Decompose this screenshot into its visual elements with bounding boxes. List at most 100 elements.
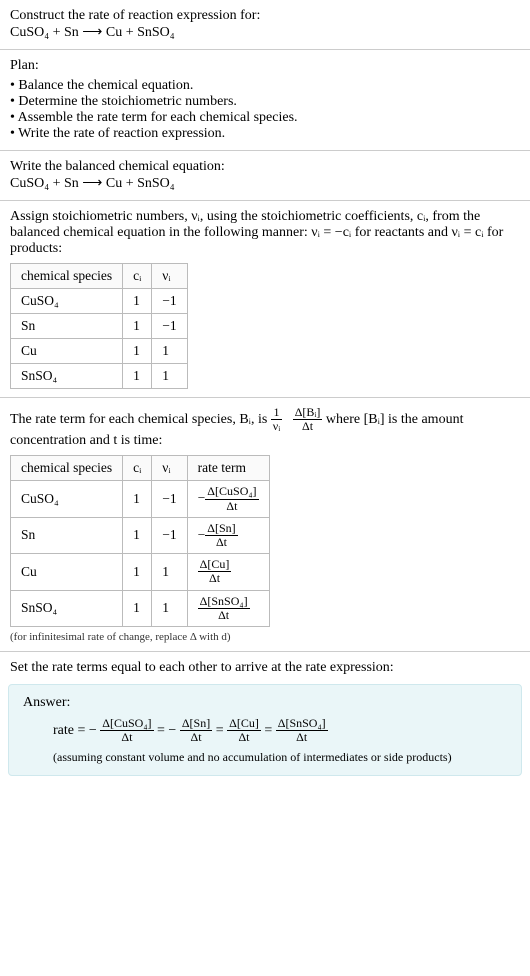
plan-section: Plan: Balance the chemical equation. Det… bbox=[0, 50, 530, 151]
answer-term: Δ[Cu]Δt bbox=[227, 717, 261, 744]
cell-c: 1 bbox=[123, 289, 152, 314]
cell-c: 1 bbox=[123, 314, 152, 339]
cell-v: 1 bbox=[152, 590, 187, 626]
frac-den: Δt bbox=[205, 536, 237, 549]
frac-den: Δt bbox=[198, 609, 250, 622]
cell-rate: −Δ[Sn]Δt bbox=[187, 517, 269, 553]
answer-term: Δ[CuSO₄]Δt bbox=[100, 717, 153, 744]
cell-c: 1 bbox=[123, 364, 152, 389]
table-row: Cu 1 1 Δ[Cu]Δt bbox=[11, 554, 270, 590]
intro-equation: CuSO₄ + Sn ⟶ Cu + SnSO₄ bbox=[10, 24, 520, 41]
cell-species: Sn bbox=[11, 517, 123, 553]
eq-sep: = bbox=[216, 723, 227, 738]
cell-rate: −Δ[CuSO₄]Δt bbox=[187, 481, 269, 517]
intro-section: Construct the rate of reaction expressio… bbox=[0, 0, 530, 50]
rate-prefix: − bbox=[198, 527, 206, 542]
cell-v: 1 bbox=[152, 339, 187, 364]
cell-c: 1 bbox=[123, 590, 152, 626]
col-c: cᵢ bbox=[123, 264, 152, 289]
cell-species: CuSO₄ bbox=[11, 481, 123, 517]
frac-num: Δ[CuSO₄] bbox=[205, 485, 258, 499]
cell-species: SnSO₄ bbox=[11, 590, 123, 626]
rateterm-frac1: 1 νᵢ bbox=[271, 406, 282, 433]
cell-c: 1 bbox=[123, 554, 152, 590]
cell-c: 1 bbox=[123, 517, 152, 553]
rate-frac: Δ[Sn]Δt bbox=[205, 522, 237, 549]
stoich-text: Assign stoichiometric numbers, νᵢ, using… bbox=[10, 209, 520, 257]
col-species: chemical species bbox=[11, 264, 123, 289]
col-rate: rate term bbox=[187, 456, 269, 481]
plan-list: Balance the chemical equation. Determine… bbox=[10, 78, 520, 142]
table-row: Cu 1 1 bbox=[11, 339, 188, 364]
rate-frac: Δ[Cu]Δt bbox=[198, 558, 232, 585]
plan-item: Assemble the rate term for each chemical… bbox=[10, 110, 520, 126]
answer-rate-expression: rate = − Δ[CuSO₄]Δt = − Δ[Sn]Δt = Δ[Cu]Δ… bbox=[53, 717, 507, 744]
cell-v: −1 bbox=[152, 481, 187, 517]
cell-species: SnSO₄ bbox=[11, 364, 123, 389]
cell-c: 1 bbox=[123, 339, 152, 364]
frac-num: 1 bbox=[271, 406, 282, 420]
final-section: Set the rate terms equal to each other t… bbox=[0, 652, 530, 678]
rateterm-frac2: Δ[Bᵢ] Δt bbox=[293, 406, 323, 433]
answer-label: Answer: bbox=[23, 695, 507, 711]
frac-den: νᵢ bbox=[271, 420, 282, 433]
col-v: νᵢ bbox=[152, 456, 187, 481]
frac-num: Δ[Sn] bbox=[205, 522, 237, 536]
col-species: chemical species bbox=[11, 456, 123, 481]
cell-v: −1 bbox=[152, 289, 187, 314]
frac-num: Δ[SnSO₄] bbox=[276, 717, 328, 731]
frac-num: Δ[Cu] bbox=[198, 558, 232, 572]
final-heading: Set the rate terms equal to each other t… bbox=[10, 660, 520, 676]
plan-item: Write the rate of reaction expression. bbox=[10, 126, 520, 142]
cell-v: 1 bbox=[152, 554, 187, 590]
frac-den: Δt bbox=[205, 500, 258, 513]
rateterm-text-before: The rate term for each chemical species,… bbox=[10, 412, 271, 427]
table-row: CuSO₄ 1 −1 bbox=[11, 289, 188, 314]
frac-num: Δ[Bᵢ] bbox=[293, 406, 323, 420]
rateterm-section: The rate term for each chemical species,… bbox=[0, 398, 530, 652]
answer-term: Δ[SnSO₄]Δt bbox=[276, 717, 328, 744]
balanced-equation: CuSO₄ + Sn ⟶ Cu + SnSO₄ bbox=[10, 175, 520, 192]
frac-num: Δ[SnSO₄] bbox=[198, 595, 250, 609]
rate-frac: Δ[CuSO₄]Δt bbox=[205, 485, 258, 512]
cell-v: −1 bbox=[152, 517, 187, 553]
cell-rate: Δ[Cu]Δt bbox=[187, 554, 269, 590]
table-row: SnSO₄ 1 1 bbox=[11, 364, 188, 389]
answer-box: Answer: rate = − Δ[CuSO₄]Δt = − Δ[Sn]Δt … bbox=[8, 684, 522, 776]
cell-v: 1 bbox=[152, 364, 187, 389]
table-row: SnSO₄ 1 1 Δ[SnSO₄]Δt bbox=[11, 590, 270, 626]
rateterm-table: chemical species cᵢ νᵢ rate term CuSO₄ 1… bbox=[10, 455, 270, 627]
table-header-row: chemical species cᵢ νᵢ bbox=[11, 264, 188, 289]
frac-den: Δt bbox=[227, 731, 261, 744]
cell-species: Sn bbox=[11, 314, 123, 339]
eq-sep: = − bbox=[157, 723, 176, 738]
col-c: cᵢ bbox=[123, 456, 152, 481]
table-row: Sn 1 −1 −Δ[Sn]Δt bbox=[11, 517, 270, 553]
plan-item: Determine the stoichiometric numbers. bbox=[10, 94, 520, 110]
frac-num: Δ[Sn] bbox=[180, 717, 212, 731]
frac-den: Δt bbox=[198, 572, 232, 585]
answer-assumption: (assuming constant volume and no accumul… bbox=[53, 750, 507, 765]
table-header-row: chemical species cᵢ νᵢ rate term bbox=[11, 456, 270, 481]
plan-heading: Plan: bbox=[10, 58, 520, 74]
rate-eq-prefix: rate = − bbox=[53, 723, 97, 738]
cell-v: −1 bbox=[152, 314, 187, 339]
balanced-heading: Write the balanced chemical equation: bbox=[10, 159, 520, 175]
rate-prefix: − bbox=[198, 490, 206, 505]
frac-den: Δt bbox=[276, 731, 328, 744]
frac-den: Δt bbox=[180, 731, 212, 744]
frac-den: Δt bbox=[100, 731, 153, 744]
col-v: νᵢ bbox=[152, 264, 187, 289]
frac-num: Δ[CuSO₄] bbox=[100, 717, 153, 731]
frac-num: Δ[Cu] bbox=[227, 717, 261, 731]
cell-rate: Δ[SnSO₄]Δt bbox=[187, 590, 269, 626]
cell-species: Cu bbox=[11, 554, 123, 590]
stoich-section: Assign stoichiometric numbers, νᵢ, using… bbox=[0, 201, 530, 398]
eq-sep: = bbox=[264, 723, 275, 738]
rate-frac: Δ[SnSO₄]Δt bbox=[198, 595, 250, 622]
rateterm-text: The rate term for each chemical species,… bbox=[10, 406, 520, 449]
frac-den: Δt bbox=[293, 420, 323, 433]
rateterm-note: (for infinitesimal rate of change, repla… bbox=[10, 631, 520, 643]
table-row: Sn 1 −1 bbox=[11, 314, 188, 339]
cell-species: CuSO₄ bbox=[11, 289, 123, 314]
